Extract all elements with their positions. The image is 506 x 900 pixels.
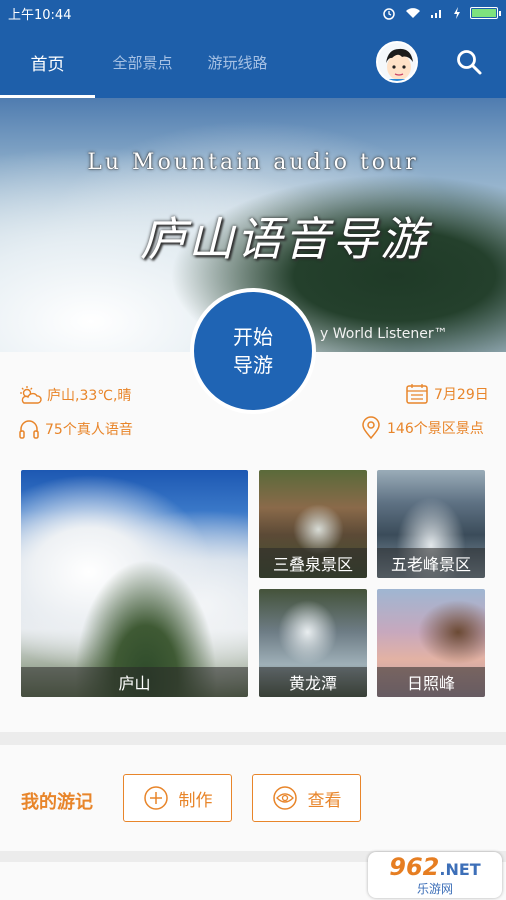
watermark-subtitle: 乐游网 <box>416 881 453 896</box>
banner-slogan: y World Listener™ <box>320 326 448 342</box>
tab-routes[interactable]: 游玩线路 <box>190 26 285 98</box>
weather-sun-cloud-icon <box>20 386 42 404</box>
start-guide-line1: 开始 <box>233 325 273 349</box>
tab-home[interactable]: 首页 <box>0 26 95 98</box>
spots-text: 146个景区景点 <box>387 421 484 437</box>
battery-icon <box>470 7 501 19</box>
tile-label: 日照峰 <box>377 667 485 697</box>
weather-text: 庐山,33℃,晴 <box>47 388 132 404</box>
journal-section: 我的游记 制作 查看 <box>0 745 506 851</box>
signal-icon <box>431 10 441 18</box>
tile-label: 五老峰景区 <box>377 548 485 578</box>
wifi-icon <box>406 8 420 18</box>
search-icon[interactable] <box>455 48 483 76</box>
spots-info: 146个景区景点 <box>360 416 484 440</box>
view-journal-label: 查看 <box>307 790 342 811</box>
tile-rizhaofeng[interactable]: 日照峰 <box>377 589 485 697</box>
tile-label: 庐山 <box>21 667 248 697</box>
status-bar: 上午10:44 <box>0 0 506 26</box>
banner-title-cn: 庐山语音导游 <box>140 212 428 266</box>
status-time: 上午10:44 <box>8 7 72 23</box>
tile-label: 三叠泉景区 <box>259 548 367 578</box>
charging-icon <box>454 7 460 19</box>
watermark-number: 962.NET <box>389 852 481 881</box>
voices-info: 75个真人语音 <box>18 418 133 440</box>
date-info: 7月29日 <box>405 383 489 405</box>
view-journal-button[interactable]: 查看 <box>252 774 361 822</box>
status-icons <box>382 6 501 20</box>
weather-info: 庐山,33℃,晴 <box>18 385 131 405</box>
start-guide-button[interactable]: 开始 导游 <box>190 288 316 414</box>
start-guide-line2: 导游 <box>233 353 273 377</box>
tab-all-spots[interactable]: 全部景点 <box>95 26 190 98</box>
journal-label: 我的游记 <box>21 792 93 813</box>
tile-wulaofeng[interactable]: 五老峰景区 <box>377 470 485 578</box>
headphones-icon <box>19 420 39 439</box>
tile-label: 黄龙潭 <box>259 667 367 697</box>
plus-circle-icon <box>143 786 168 810</box>
tile-huanglongtan[interactable]: 黄龙潭 <box>259 589 367 697</box>
tile-lushan[interactable]: 庐山 <box>21 470 248 697</box>
banner-title-en: Lu Mountain audio tour <box>87 150 419 175</box>
top-nav: 首页 全部景点 游玩线路 <box>0 26 506 98</box>
calendar-icon <box>406 384 428 404</box>
voices-text: 75个真人语音 <box>45 422 133 438</box>
avatar-icon <box>378 43 416 81</box>
make-journal-button[interactable]: 制作 <box>123 774 232 822</box>
alarm-icon <box>383 8 395 20</box>
make-journal-label: 制作 <box>178 790 213 811</box>
location-pin-icon <box>362 416 380 440</box>
tile-sandiequan[interactable]: 三叠泉景区 <box>259 470 367 578</box>
watermark-logo: 962.NET 乐游网 <box>368 852 502 898</box>
date-text: 7月29日 <box>434 387 489 403</box>
eye-icon <box>272 786 297 810</box>
avatar[interactable] <box>376 41 418 83</box>
